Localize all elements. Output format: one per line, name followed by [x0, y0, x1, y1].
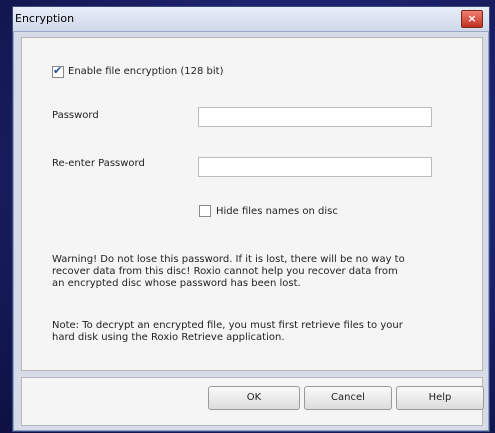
- title-bar: Encryption ×: [13, 7, 489, 32]
- warning-line: an encrypted disc whose password has bee…: [52, 278, 301, 289]
- note-text: Note: To decrypt an encrypted file, you …: [52, 320, 462, 344]
- note-line: Note: To decrypt an encrypted file, you …: [52, 320, 403, 331]
- warning-line: Warning! Do not lose this password. If i…: [52, 254, 405, 265]
- reenter-password-field[interactable]: [198, 157, 432, 177]
- help-button[interactable]: Help: [396, 386, 484, 410]
- hide-file-names-checkbox[interactable]: [199, 205, 211, 217]
- hide-file-names-label: Hide files names on disc: [216, 206, 338, 217]
- enable-encryption-label: Enable file encryption (128 bit): [68, 66, 224, 77]
- warning-line: recover data from this disc! Roxio canno…: [52, 266, 398, 277]
- password-label: Password: [52, 110, 99, 121]
- close-button[interactable]: ×: [461, 10, 483, 28]
- enable-encryption-checkbox[interactable]: ✔: [52, 64, 64, 78]
- reenter-password-label: Re-enter Password: [52, 158, 145, 169]
- password-field[interactable]: [198, 107, 432, 127]
- close-icon: ×: [467, 12, 477, 25]
- dialog-title: Encryption: [15, 12, 75, 25]
- ok-button[interactable]: OK: [208, 386, 300, 410]
- note-line: hard disk using the Roxio Retrieve appli…: [52, 332, 285, 343]
- check-icon: ✔: [53, 64, 63, 77]
- warning-text: Warning! Do not lose this password. If i…: [52, 254, 462, 290]
- cancel-button[interactable]: Cancel: [304, 386, 392, 410]
